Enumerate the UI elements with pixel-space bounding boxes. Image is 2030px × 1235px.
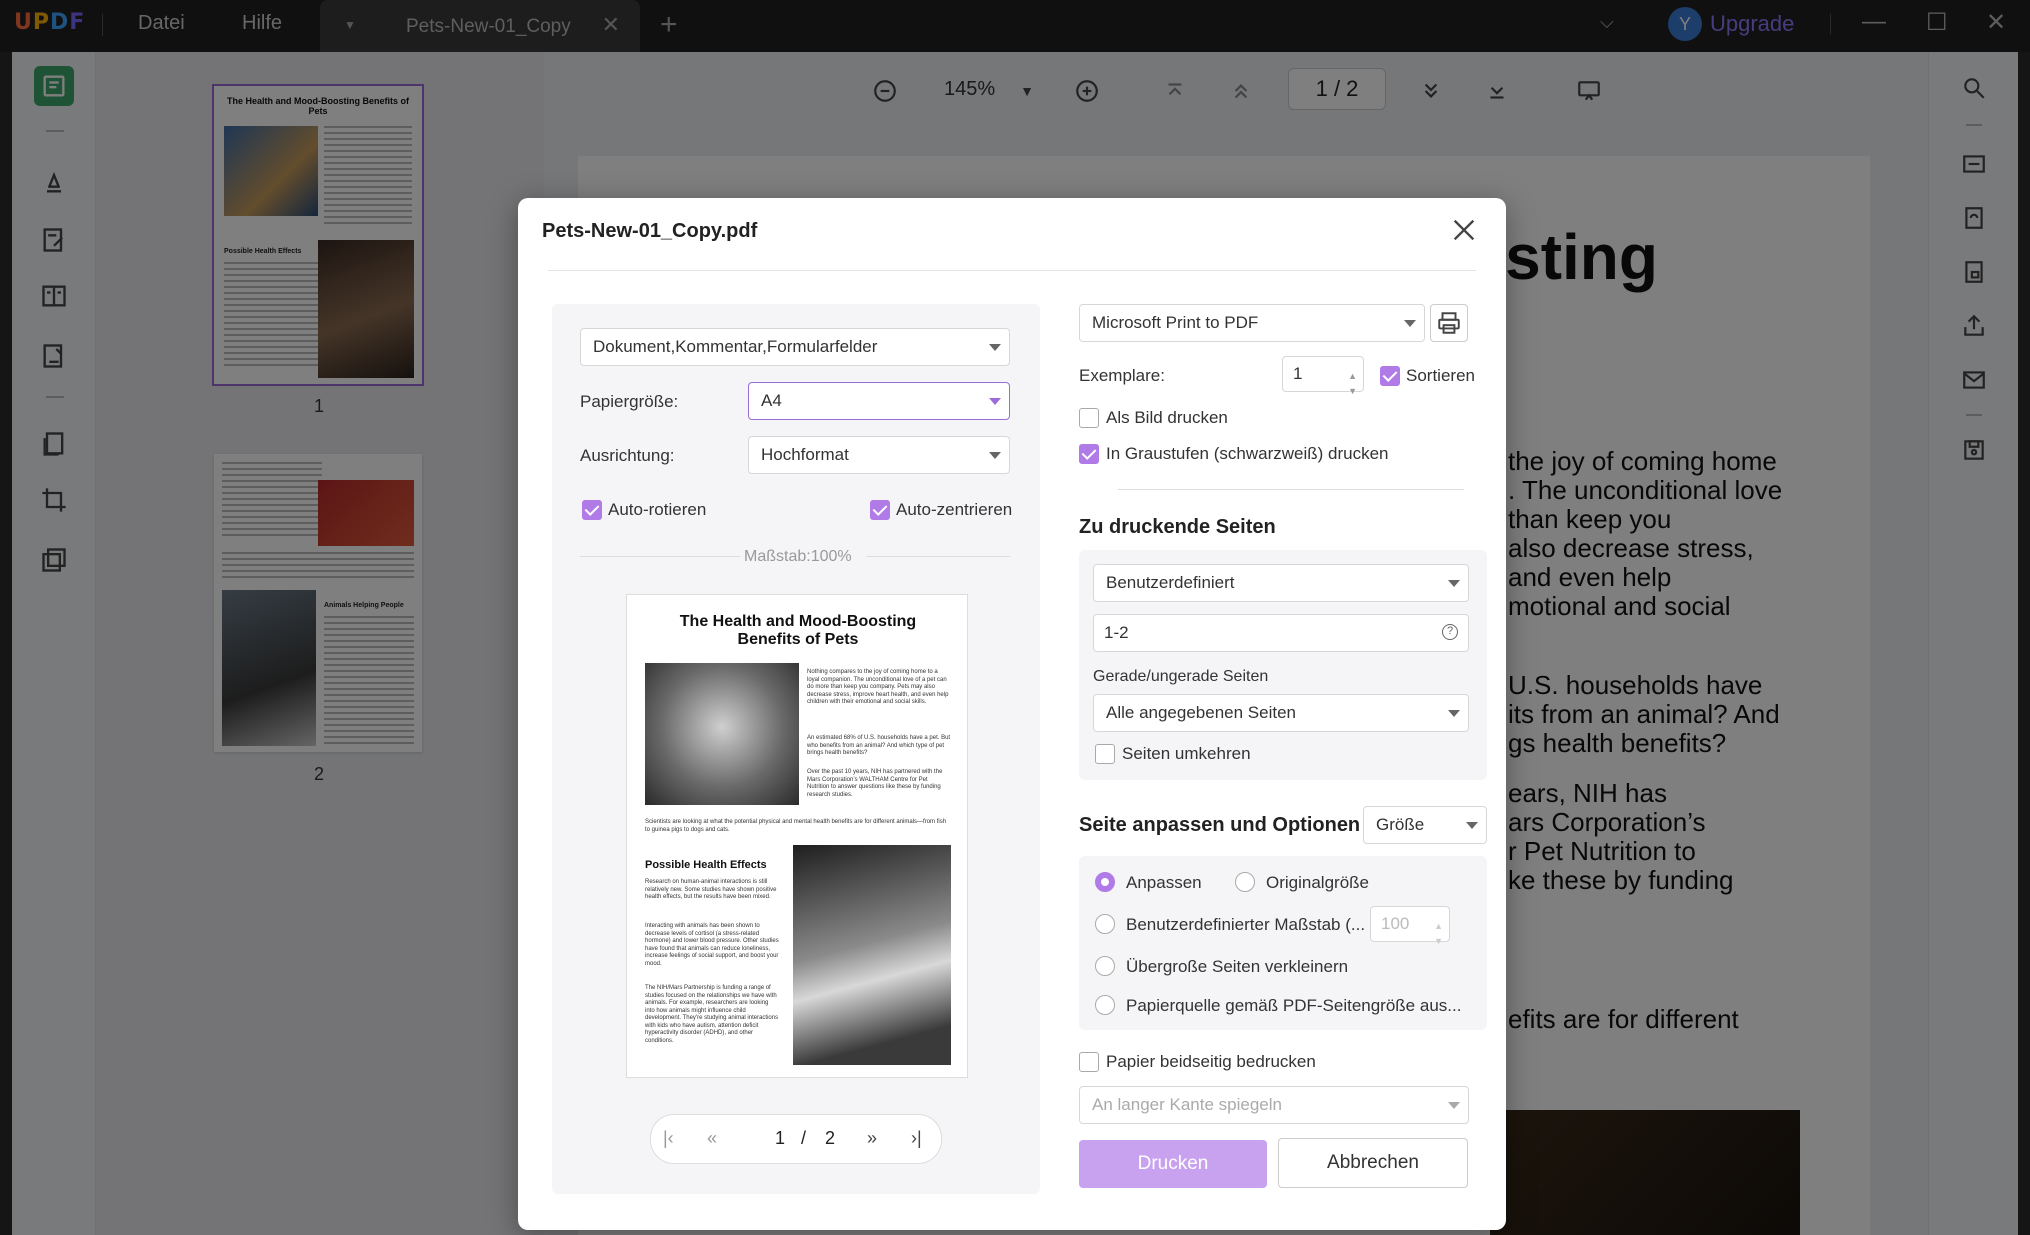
scale-divider: [866, 556, 1010, 557]
auto-rotate-label: Auto-rotieren: [608, 500, 707, 519]
scale-divider: [580, 556, 740, 557]
fit-label: Anpassen: [1126, 873, 1202, 892]
copies-stepper[interactable]: 1 ▲ ▼: [1282, 356, 1364, 396]
as-image-checkbox[interactable]: [1079, 408, 1099, 428]
print-preview-page: The Health and Mood-Boosting Benefits of…: [626, 594, 968, 1078]
chevron-down-icon: [1448, 710, 1460, 717]
content-select-value: Dokument,Kommentar,Formularfelder: [593, 337, 878, 356]
preview-paragraph: An estimated 68% of U.S. households have…: [807, 735, 951, 756]
original-size-label: Originalgröße: [1266, 873, 1369, 892]
paper-source-label: Papierquelle gemäß PDF-Seitengröße aus..…: [1126, 996, 1462, 1015]
next-page-icon[interactable]: »: [867, 1128, 877, 1149]
preview-paragraph: Over the past 10 years, NIH has partnere…: [807, 769, 943, 798]
stepper-down-icon[interactable]: ▼: [1348, 374, 1357, 408]
close-icon[interactable]: [1448, 214, 1480, 246]
printer-select[interactable]: Microsoft Print to PDF: [1079, 304, 1425, 342]
custom-scale-input[interactable]: 100 ▲ ▼: [1370, 906, 1450, 946]
paper-source-radio[interactable]: [1095, 995, 1115, 1015]
duplex-select-value: An langer Kante spiegeln: [1092, 1095, 1282, 1114]
pages-mode-value: Benutzerdefiniert: [1106, 573, 1235, 592]
chevron-down-icon: [989, 344, 1001, 351]
chevron-down-icon: [1448, 580, 1460, 587]
fit-heading: Seite anpassen und Optionen: [1079, 814, 1361, 836]
as-image-label: Als Bild drucken: [1106, 408, 1228, 427]
fit-radio[interactable]: [1095, 872, 1115, 892]
pages-range-input[interactable]: 1-2 ?: [1093, 614, 1469, 652]
print-button[interactable]: Drucken: [1079, 1140, 1267, 1188]
sort-checkbox[interactable]: [1380, 366, 1400, 386]
stepper-down-icon[interactable]: ▼: [1434, 924, 1443, 958]
help-icon[interactable]: ?: [1442, 624, 1458, 640]
even-odd-select[interactable]: Alle angegebenen Seiten: [1093, 694, 1469, 732]
auto-rotate-checkbox[interactable]: [582, 500, 602, 520]
section-divider: [1118, 489, 1464, 490]
duplex-checkbox[interactable]: [1079, 1052, 1099, 1072]
scale-label: Maßstab:100%: [744, 548, 852, 565]
custom-scale-radio[interactable]: [1095, 914, 1115, 934]
auto-center-checkbox[interactable]: [870, 500, 890, 520]
orientation-label: Ausrichtung:: [580, 446, 675, 465]
preview-paragraph: The NIH/Mars Partnership is funding a ra…: [645, 985, 779, 1044]
first-page-icon[interactable]: |‹: [663, 1128, 674, 1149]
chevron-down-icon: [989, 452, 1001, 459]
dialog-title: Pets-New-01_Copy.pdf: [542, 220, 758, 242]
shrink-label: Übergroße Seiten verkleinern: [1126, 957, 1349, 976]
preview-paragraph: Nothing compares to the joy of coming ho…: [807, 669, 949, 705]
last-page-icon[interactable]: ›|: [911, 1128, 922, 1149]
even-odd-label: Gerade/ungerade Seiten: [1093, 668, 1269, 685]
preview-caption: Scientists are looking at what the poten…: [645, 819, 947, 833]
custom-scale-label: Benutzerdefinierter Maßstab (...: [1126, 915, 1366, 934]
paper-size-label: Papiergröße:: [580, 392, 679, 411]
duplex-select[interactable]: An langer Kante spiegeln: [1079, 1086, 1469, 1124]
custom-scale-value: 100: [1381, 914, 1410, 933]
content-select[interactable]: Dokument,Kommentar,Formularfelder: [580, 328, 1010, 366]
reverse-pages-checkbox[interactable]: [1095, 744, 1115, 764]
chevron-down-icon: [1466, 822, 1478, 829]
preview-paragraph: Interacting with animals has been shown …: [645, 923, 779, 967]
dialog-divider: [548, 270, 1476, 271]
paper-size-value: A4: [761, 391, 782, 410]
copies-label: Exemplare:: [1079, 366, 1165, 385]
chevron-down-icon: [1448, 1102, 1460, 1109]
copies-value: 1: [1293, 364, 1303, 383]
preview-title: The Health and Mood-Boosting Benefits of…: [679, 613, 917, 648]
chevron-down-icon: [1404, 320, 1416, 327]
reverse-pages-label: Seiten umkehren: [1122, 744, 1251, 763]
duplex-label: Papier beidseitig bedrucken: [1106, 1052, 1316, 1071]
pages-range-value: 1-2: [1104, 623, 1129, 642]
pages-mode-select[interactable]: Benutzerdefiniert: [1093, 564, 1469, 602]
preview-paragraph: Research on human-animal interactions is…: [645, 879, 777, 900]
printer-properties-button[interactable]: [1430, 304, 1468, 342]
cancel-button[interactable]: Abbrechen: [1278, 1138, 1468, 1188]
orientation-select[interactable]: Hochformat: [748, 436, 1010, 474]
paper-size-select[interactable]: A4: [748, 382, 1010, 420]
auto-center-label: Auto-zentrieren: [896, 500, 1013, 519]
orientation-value: Hochformat: [761, 445, 849, 464]
printer-icon: [1438, 312, 1460, 334]
fit-select[interactable]: Größe: [1363, 806, 1487, 844]
even-odd-value: Alle angegebenen Seiten: [1106, 703, 1296, 722]
fit-select-value: Größe: [1376, 815, 1425, 834]
grayscale-label: In Graustufen (schwarzweiß) drucken: [1106, 444, 1389, 463]
preview-heading: Possible Health Effects: [645, 859, 767, 871]
sort-label: Sortieren: [1406, 366, 1475, 385]
previous-page-icon[interactable]: «: [707, 1128, 717, 1149]
preview-page-separator: /: [801, 1128, 807, 1148]
preview-page-total: 2: [825, 1128, 836, 1148]
preview-dog-image: [793, 845, 951, 1065]
printer-value: Microsoft Print to PDF: [1092, 313, 1259, 332]
original-size-radio[interactable]: [1235, 872, 1255, 892]
grayscale-checkbox[interactable]: [1079, 444, 1099, 464]
pages-heading: Zu druckende Seiten: [1079, 516, 1276, 538]
preview-page-current[interactable]: 1: [775, 1128, 785, 1149]
shrink-radio[interactable]: [1095, 956, 1115, 976]
preview-cat-image: [645, 663, 799, 805]
preview-pager: |‹ « 1 / 2 » ›|: [650, 1114, 942, 1164]
chevron-down-icon: [989, 398, 1001, 405]
